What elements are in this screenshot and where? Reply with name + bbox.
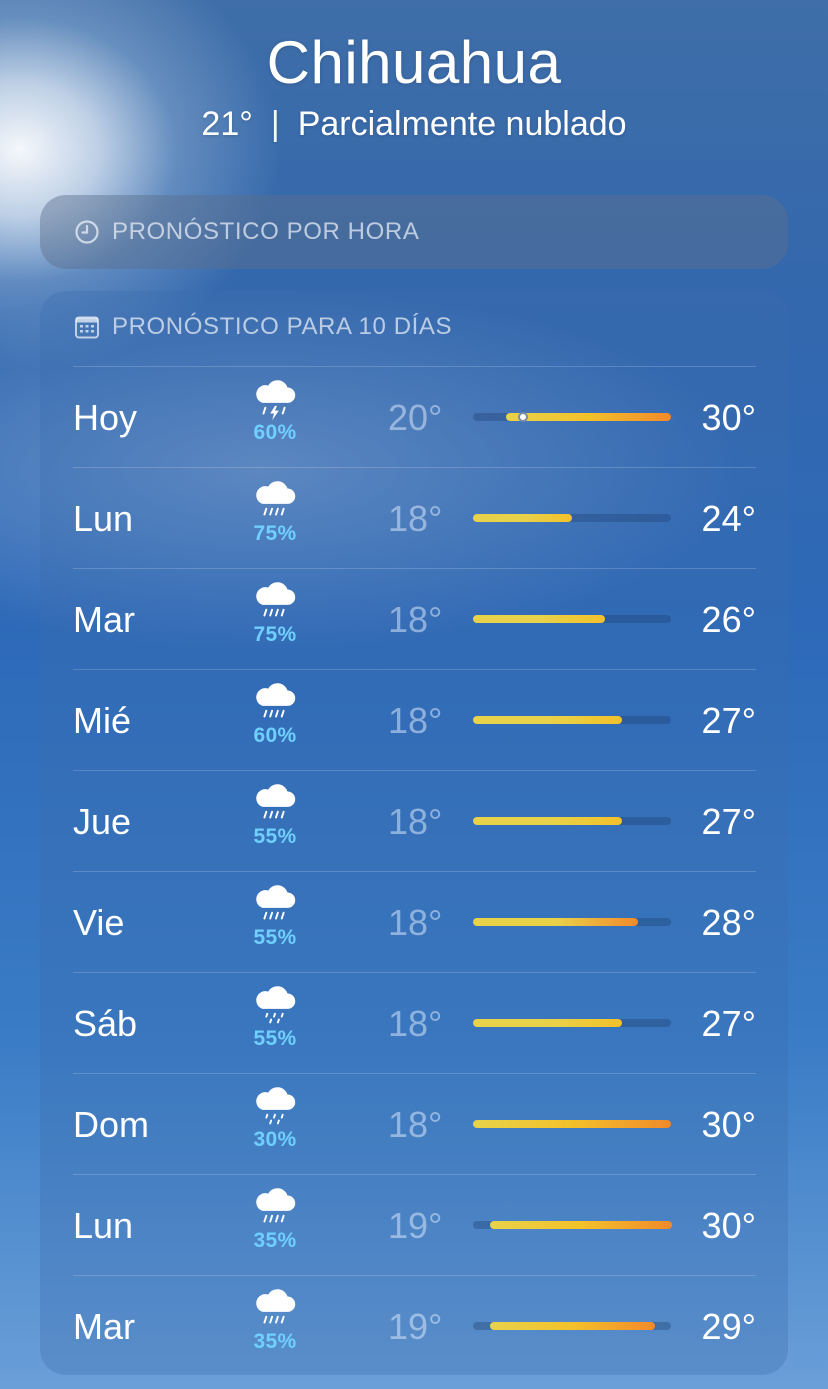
temperature-range-bar — [473, 716, 671, 724]
high-temperature: 27° — [701, 801, 756, 842]
forecast-row[interactable]: Sáb 55% 18° 27° — [73, 972, 756, 1073]
weather-condition: 55% — [245, 781, 305, 849]
temperature-range-bar — [473, 817, 671, 825]
temperature-range-fill — [490, 1221, 672, 1229]
temperature-range-fill — [473, 1019, 622, 1027]
precipitation-chance: 75% — [253, 522, 297, 545]
forecast-row[interactable]: Lun 35% 19° 30° — [73, 1174, 756, 1275]
day-label: Dom — [73, 1104, 150, 1145]
rain-cloud-icon — [256, 582, 296, 617]
temperature-range-bar — [473, 412, 671, 422]
temperature-range-bar — [473, 514, 671, 522]
weather-condition: 75% — [245, 478, 305, 546]
precipitation-chance: 35% — [253, 1229, 297, 1252]
high-temperature: 27° — [701, 1003, 756, 1044]
precipitation-chance: 60% — [253, 421, 297, 444]
rain-cloud-icon — [256, 683, 296, 718]
temperature-range-bar — [473, 1221, 672, 1229]
thunderstorm-icon — [256, 380, 296, 421]
weather-condition: 35% — [245, 1185, 305, 1253]
weather-condition: 60% — [245, 680, 305, 748]
rain-cloud-icon — [256, 1289, 296, 1324]
weather-condition: 75% — [245, 579, 305, 647]
day-label: Mar — [73, 599, 135, 640]
weather-condition: 55% — [245, 882, 305, 950]
day-label: Lun — [73, 498, 134, 539]
day-label: Mié — [73, 700, 132, 741]
clock-icon — [75, 220, 99, 244]
day-label: Jue — [73, 801, 132, 842]
drizzle-cloud-icon — [256, 986, 296, 1024]
ten-day-forecast-header: PRONÓSTICO PARA 10 DÍAS — [74, 313, 452, 341]
day-label: Hoy — [73, 397, 138, 438]
forecast-row[interactable]: Lun 75% 18° 24° — [73, 467, 756, 568]
forecast-row[interactable]: Hoy 60% 20° 30° — [73, 366, 756, 467]
current-temperature: 21° — [201, 105, 253, 143]
condition-text: Parcialmente nublado — [297, 105, 627, 143]
precipitation-chance: 30% — [253, 1128, 297, 1151]
temperature-range-fill — [473, 514, 572, 522]
precipitation-chance: 55% — [253, 926, 297, 949]
temperature-range-fill — [473, 716, 622, 724]
hourly-forecast-title: PRONÓSTICO POR HORA — [112, 218, 420, 245]
ten-day-forecast-card: PRONÓSTICO PARA 10 DÍAS Hoy 60% 20° 30° Lun 7… — [40, 291, 788, 1375]
day-label: Vie — [73, 902, 125, 943]
precipitation-chance: 55% — [253, 1027, 297, 1050]
temperature-range-bar — [473, 1019, 671, 1027]
high-temperature: 24° — [701, 498, 756, 539]
hourly-forecast-card[interactable]: PRONÓSTICO POR HORA — [40, 195, 788, 269]
precipitation-chance: 35% — [253, 1330, 297, 1353]
forecast-row[interactable]: Mié 60% 18° 27° — [73, 669, 756, 770]
current-temp-indicator — [518, 412, 528, 422]
weather-condition: 55% — [245, 983, 305, 1051]
rain-cloud-icon — [256, 784, 296, 819]
precipitation-chance: 60% — [253, 724, 297, 747]
weather-condition: 30% — [245, 1084, 305, 1152]
forecast-rows: Hoy 60% 20° 30° Lun 75% 18° 24° Mar 75% 18° 26° Mié 6… — [73, 366, 756, 1376]
high-temperature: 29° — [701, 1306, 756, 1347]
temperature-range-fill — [490, 1322, 655, 1330]
weather-condition: 35% — [245, 1286, 305, 1354]
high-temperature: 28° — [701, 902, 756, 943]
precipitation-chance: 55% — [253, 825, 297, 848]
forecast-row[interactable]: Mar 75% 18° 26° — [73, 568, 756, 669]
forecast-row[interactable]: Mar 35% 19° 29° — [73, 1275, 756, 1376]
calendar-icon — [75, 316, 99, 339]
day-label: Mar — [73, 1306, 135, 1347]
hourly-forecast-header: PRONÓSTICO POR HORA — [74, 218, 419, 246]
ten-day-forecast-title: PRONÓSTICO PARA 10 DÍAS — [112, 313, 453, 340]
temperature-range-bar — [473, 1120, 671, 1128]
high-temperature: 30° — [701, 1205, 756, 1246]
precipitation-chance: 75% — [253, 623, 297, 646]
drizzle-cloud-icon — [256, 1087, 296, 1125]
high-temperature: 27° — [701, 700, 756, 741]
temperature-range-bar — [473, 1322, 671, 1330]
rain-cloud-icon — [256, 1188, 296, 1223]
temperature-range-fill — [506, 413, 671, 421]
high-temperature: 30° — [701, 397, 756, 438]
day-label: Sáb — [73, 1003, 138, 1044]
high-temperature: 30° — [701, 1104, 756, 1145]
location-header: Chihuahua 21° | Parcialmente nublado — [0, 28, 828, 144]
temperature-range-fill — [473, 817, 622, 825]
weather-condition: 60% — [245, 377, 305, 445]
rain-cloud-icon — [256, 885, 296, 920]
temperature-range-bar — [473, 615, 671, 623]
high-temperature: 26° — [701, 599, 756, 640]
temperature-range-fill — [473, 615, 605, 623]
day-label: Lun — [73, 1205, 134, 1246]
current-conditions: 21° | Parcialmente nublado — [0, 105, 828, 144]
temperature-range-bar — [473, 918, 671, 926]
temperature-range-fill — [473, 1120, 671, 1128]
forecast-row[interactable]: Dom 30% 18° 30° — [73, 1073, 756, 1174]
forecast-row[interactable]: Jue 55% 18° 27° — [73, 770, 756, 871]
rain-cloud-icon — [256, 481, 296, 516]
temperature-range-fill — [473, 918, 638, 926]
separator: | — [270, 105, 280, 143]
forecast-row[interactable]: Vie 55% 18° 28° — [73, 871, 756, 972]
city-name: Chihuahua — [266, 29, 562, 96]
